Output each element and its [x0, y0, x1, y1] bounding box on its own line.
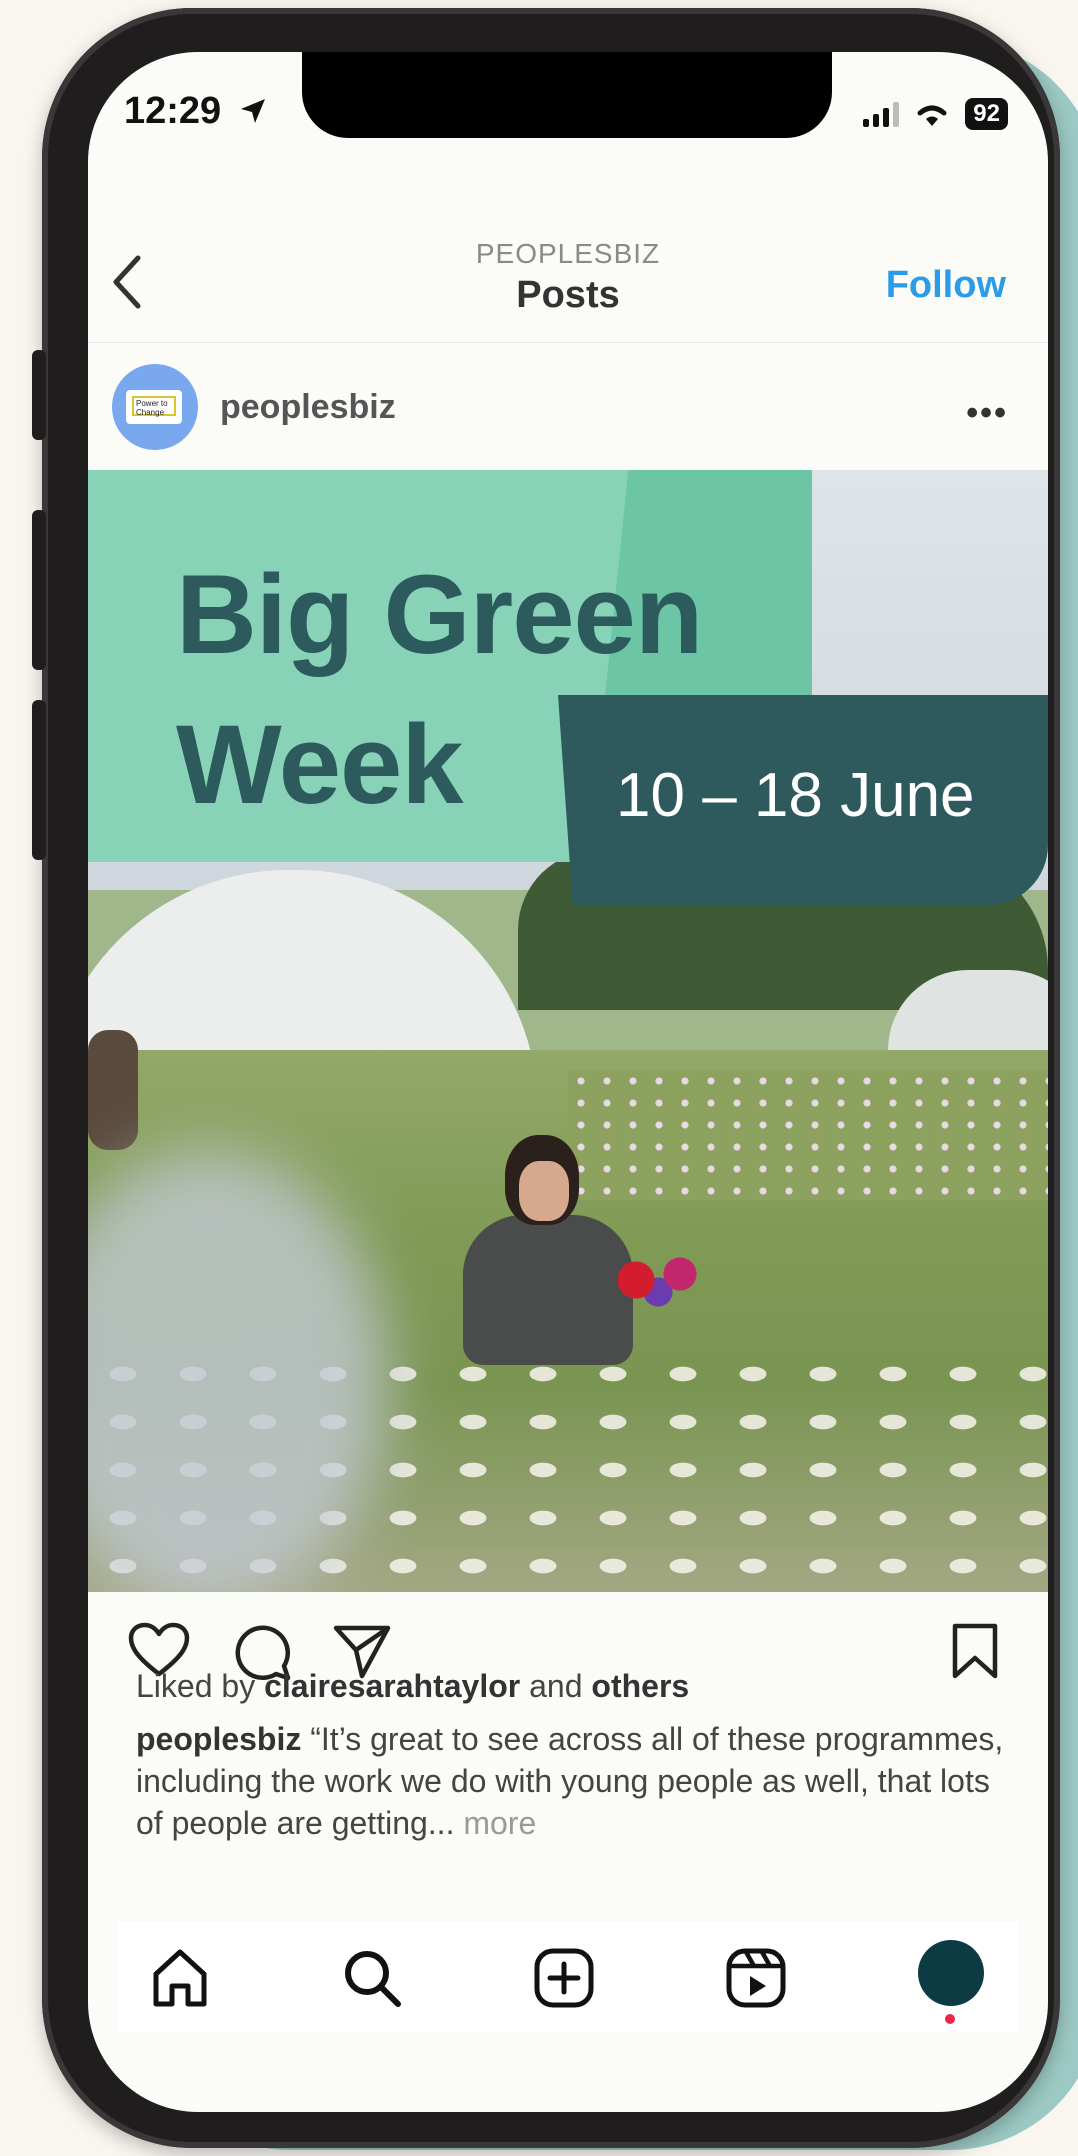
- status-time: 12:29: [124, 90, 222, 132]
- follow-button[interactable]: Follow: [886, 264, 1006, 307]
- posts-header: PEOPLESBIZ Posts Follow: [88, 182, 1048, 343]
- volume-down-button: [32, 700, 46, 860]
- bookmark-icon[interactable]: [950, 1622, 1000, 1680]
- battery-indicator: 92: [965, 98, 1008, 130]
- status-indicators: 92: [863, 98, 1008, 130]
- phone-screen: 12:29 92 PEOPLESBIZ Posts Follow Power t…: [88, 52, 1048, 2112]
- home-icon[interactable]: [148, 1946, 212, 2010]
- search-icon[interactable]: [340, 1946, 404, 2010]
- create-post-icon[interactable]: [532, 1946, 596, 2010]
- banner-date: 10 – 18 June: [616, 761, 975, 830]
- post-author[interactable]: peoplesbiz: [220, 388, 396, 427]
- reels-icon[interactable]: [724, 1946, 788, 2010]
- bottom-tab-bar: [118, 1922, 1018, 2032]
- likes-line: Liked by clairesarahtaylor and others: [136, 1668, 690, 1704]
- more-link[interactable]: more: [463, 1805, 536, 1841]
- liked-by-user[interactable]: clairesarahtaylor: [264, 1668, 520, 1704]
- caption-username[interactable]: peoplesbiz: [136, 1721, 301, 1757]
- location-arrow-icon: [241, 99, 265, 123]
- more-options-icon[interactable]: •••: [966, 394, 1008, 433]
- gardener-figure: [463, 1135, 633, 1365]
- signal-icon: [863, 101, 900, 127]
- mute-switch: [32, 350, 46, 440]
- volume-up-button: [32, 510, 46, 670]
- liked-by-others[interactable]: others: [591, 1668, 689, 1704]
- avatar[interactable]: Power to Change: [112, 364, 198, 450]
- post-caption: peoplesbiz “It’s great to see across all…: [136, 1718, 1016, 1844]
- notification-dot: [945, 2014, 955, 2024]
- wifi-icon: [917, 105, 947, 126]
- profile-tab-avatar[interactable]: [918, 1940, 984, 2006]
- notch: [302, 52, 832, 138]
- avatar-logo-text: Power to Change: [132, 396, 176, 417]
- banner-title-line1: Big Green: [176, 552, 703, 677]
- bouquet: [603, 1250, 713, 1310]
- post-header: Power to Change peoplesbiz •••: [88, 342, 1048, 470]
- post-image[interactable]: Big Green Week 10 – 18 June: [88, 470, 1048, 1592]
